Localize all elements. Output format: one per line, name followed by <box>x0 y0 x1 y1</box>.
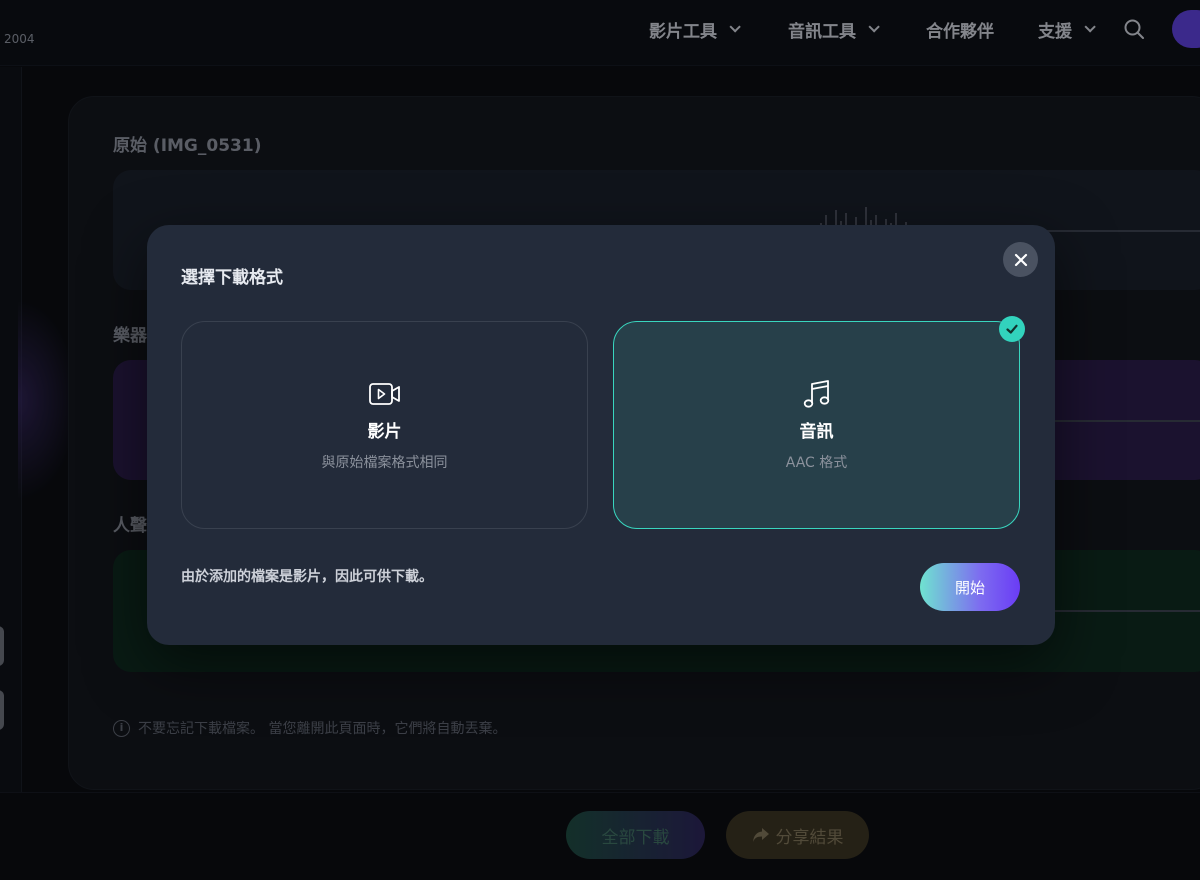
start-button[interactable]: 開始 <box>920 563 1020 611</box>
format-option-video[interactable]: 影片 與原始檔案格式相同 <box>181 321 588 529</box>
download-format-dialog: 選擇下載格式 影片 與原始檔案格式相同 音訊 AAC 格式 由於添加的檔案是影片… <box>147 225 1055 645</box>
option-label: 影片 <box>367 421 402 442</box>
selected-check-badge <box>999 316 1025 342</box>
close-button[interactable] <box>1003 242 1038 277</box>
close-icon <box>1014 253 1027 266</box>
format-option-audio[interactable]: 音訊 AAC 格式 <box>613 321 1020 529</box>
dialog-title: 選擇下載格式 <box>181 268 283 288</box>
option-label: 音訊 <box>799 421 834 442</box>
option-description: AAC 格式 <box>785 454 848 471</box>
dialog-footnote: 由於添加的檔案是影片，因此可供下載。 <box>181 569 433 585</box>
music-note-icon <box>803 379 829 408</box>
check-icon <box>1006 324 1018 334</box>
option-description: 與原始檔案格式相同 <box>321 454 448 471</box>
video-icon <box>368 382 400 405</box>
